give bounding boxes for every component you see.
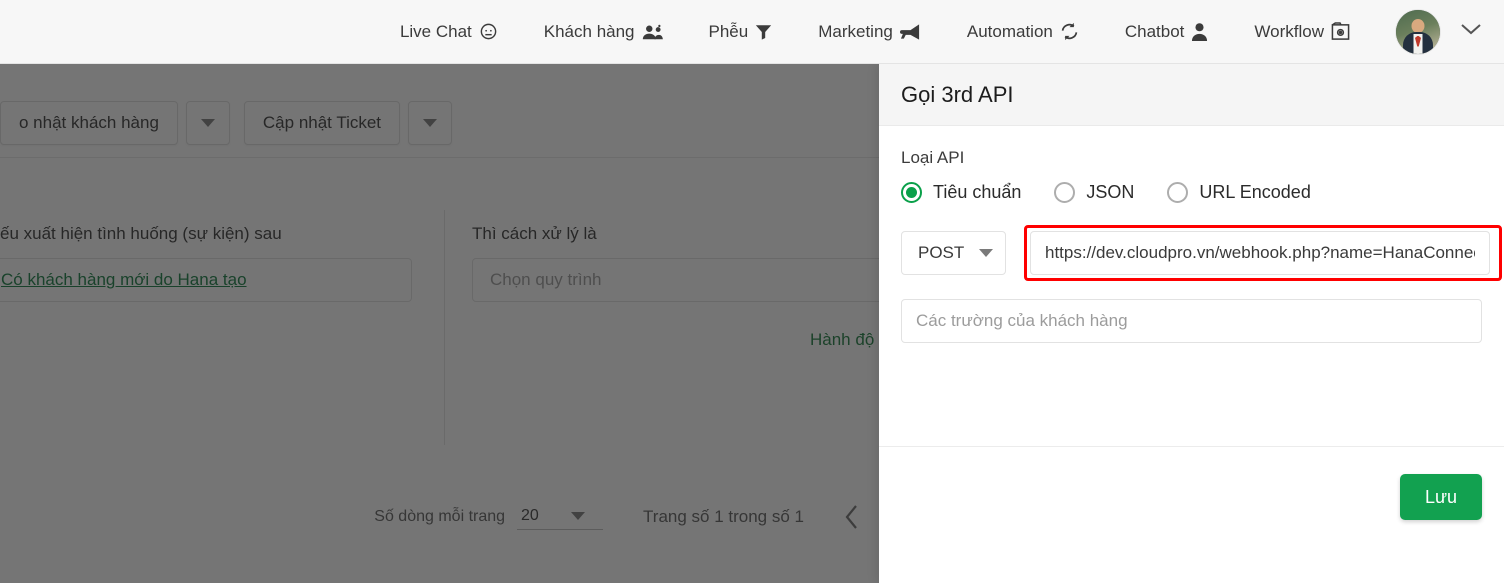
nav-label-chatbot: Chatbot: [1124, 21, 1185, 41]
panel-footer: Lưu: [879, 447, 1504, 547]
nav-item-khach-hang[interactable]: Khách hàng: [544, 22, 663, 42]
funnel-icon: [755, 23, 772, 41]
radio-option-url-encoded[interactable]: URL Encoded: [1167, 182, 1311, 203]
radio-mark-icon: [1054, 182, 1076, 203]
nav-label-marketing: Marketing: [818, 21, 893, 41]
radio-option-json[interactable]: JSON: [1054, 182, 1134, 203]
nav-label-live-chat: Live Chat: [399, 21, 472, 41]
customer-fields-input-wrapper: [901, 299, 1482, 343]
nav-label-automation: Automation: [966, 21, 1053, 41]
headset-icon: [479, 22, 498, 41]
radio-label-tieu-chuan: Tiêu chuẩn: [933, 182, 1022, 202]
app-root: Live Chat Khách hàng Phễu Marketing Auto…: [0, 0, 1504, 583]
avatar-image: [1396, 9, 1440, 54]
avatar[interactable]: [1396, 9, 1440, 54]
caret-down-icon: [979, 249, 993, 257]
top-navigation-bar: Live Chat Khách hàng Phễu Marketing Auto…: [0, 0, 1504, 64]
nav-label-workflow: Workflow: [1254, 21, 1324, 41]
panel-title: Gọi 3rd API: [901, 81, 1014, 107]
customer-fields-input[interactable]: [902, 300, 1481, 342]
nav-item-marketing[interactable]: Marketing: [818, 22, 921, 42]
panel-body: Loại API Tiêu chuẩn JSON URL Encoded POS…: [879, 126, 1504, 583]
nav-item-workflow[interactable]: Workflow: [1254, 22, 1350, 42]
nav-item-automation[interactable]: Automation: [967, 22, 1079, 42]
nav-label-khach-hang: Khách hàng: [543, 21, 635, 41]
nav-label-pheu: Phễu: [708, 21, 749, 41]
nav-item-pheu[interactable]: Phễu: [709, 22, 773, 42]
url-input-wrapper: [1030, 231, 1490, 275]
save-button[interactable]: Lưu: [1400, 474, 1482, 520]
refresh-icon: [1060, 22, 1079, 41]
nav-item-chatbot[interactable]: Chatbot: [1125, 22, 1209, 42]
nav-item-live-chat[interactable]: Live Chat: [400, 22, 498, 42]
radio-mark-icon: [901, 182, 922, 203]
panel-header: Gọi 3rd API: [879, 64, 1504, 126]
radio-option-tieu-chuan[interactable]: Tiêu chuẩn: [901, 182, 1021, 203]
workflow-gear-icon: [1331, 22, 1350, 41]
url-row: POST: [901, 225, 1502, 281]
robot-icon: [1191, 22, 1208, 41]
http-method-select[interactable]: POST: [901, 231, 1006, 275]
http-method-value: POST: [918, 243, 965, 262]
third-party-api-panel: Gọi 3rd API Loại API Tiêu chuẩn JSON URL…: [879, 64, 1504, 583]
api-type-label: Loại API: [901, 148, 965, 167]
url-input[interactable]: [1031, 232, 1489, 274]
radio-mark-icon: [1167, 182, 1189, 203]
api-type-radio-group: Tiêu chuẩn JSON URL Encoded: [901, 182, 1482, 203]
radio-label-url-encoded: URL Encoded: [1199, 182, 1311, 202]
radio-label-json: JSON: [1086, 182, 1135, 202]
chevron-down-icon[interactable]: [1460, 22, 1482, 41]
users-icon: [642, 23, 663, 41]
megaphone-icon: [899, 23, 921, 41]
